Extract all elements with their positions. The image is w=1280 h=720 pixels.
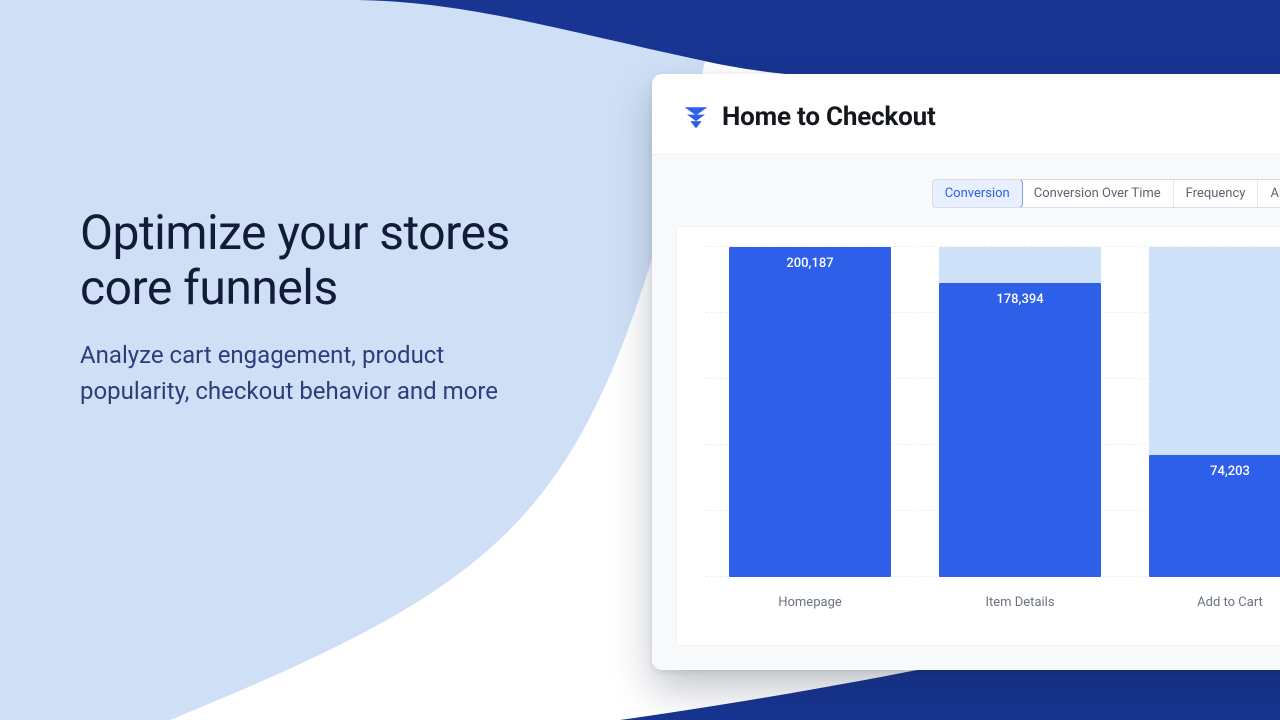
chart-column: 200,187 [705,247,915,577]
stage: Optimize your stores core funnels Analyz… [0,0,1280,720]
chart-bar-value: 178,394 [915,292,1125,307]
chart-xaxis-label: Add to Cart [1125,595,1280,610]
chart-area: 200,187 178,394 74,203 [705,247,1280,577]
tabs-row: Conversion Conversion Over Time Frequenc… [676,179,1280,208]
card-title: Home to Checkout [722,102,936,132]
chart-xaxis: HomepageItem DetailsAdd to Cart [705,595,1280,610]
card-header: Home to Checkout [652,74,1280,155]
card-body: Conversion Conversion Over Time Frequenc… [652,155,1280,669]
chart-column: 74,203 [1125,247,1280,577]
chart-xaxis-label: Item Details [915,595,1125,610]
analytics-card: Home to Checkout Conversion Conversion O… [652,74,1280,670]
tab-conversion-over-time[interactable]: Conversion Over Time [1022,180,1174,207]
tab-frequency[interactable]: Frequency [1174,180,1259,207]
tab-ab-test[interactable]: AB Test [1258,180,1280,207]
chart-bar-value: 74,203 [1125,464,1280,479]
chart-bar [939,283,1101,577]
headline: Optimize your stores core funnels [80,205,580,315]
view-tabs: Conversion Conversion Over Time Frequenc… [932,179,1280,208]
subheadline: Analyze cart engagement, product popular… [80,337,510,409]
funnel-logo-icon [682,103,710,131]
chart-bar-value: 200,187 [705,256,915,271]
chart-bar [729,247,891,577]
chart-panel: 200,187 178,394 74,203 HomepageItem Detail… [676,226,1280,646]
chart-column: 178,394 [915,247,1125,577]
chart-xaxis-label: Homepage [705,595,915,610]
tab-conversion[interactable]: Conversion [932,179,1023,208]
marketing-copy: Optimize your stores core funnels Analyz… [80,205,580,409]
